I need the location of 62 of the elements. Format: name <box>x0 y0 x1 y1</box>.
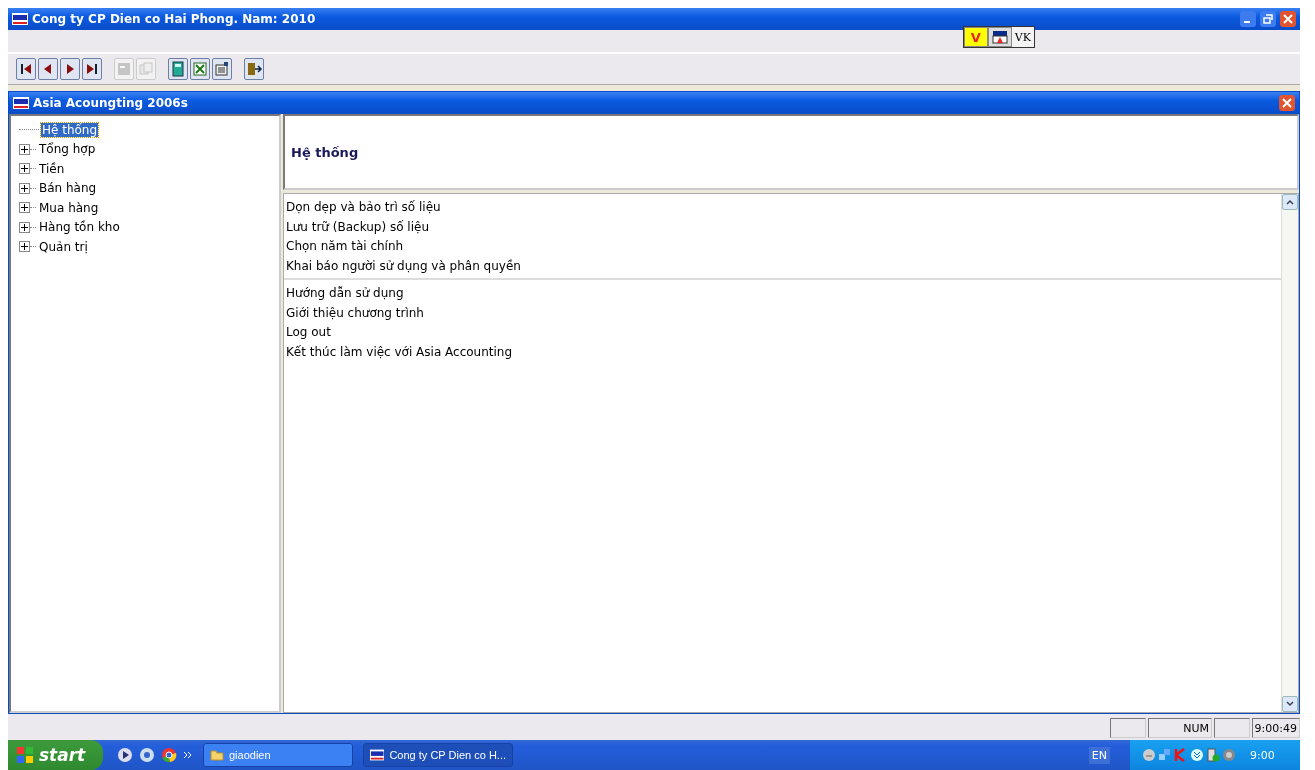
keyboard-window-button[interactable] <box>987 27 1012 47</box>
previous-record-icon[interactable] <box>38 58 58 80</box>
expand-icon[interactable] <box>19 163 30 175</box>
vietnamese-input-button[interactable]: V <box>963 27 988 47</box>
folder-icon <box>210 749 224 761</box>
tree-item[interactable]: Tổng hợp <box>38 142 97 157</box>
first-record-icon[interactable] <box>16 58 36 80</box>
minimize-icon[interactable] <box>1240 11 1256 27</box>
browser-icon[interactable] <box>139 747 155 763</box>
tree-item[interactable]: Bán hàng <box>38 181 98 196</box>
restore-icon[interactable] <box>1260 11 1276 27</box>
status-panel <box>1110 718 1146 738</box>
child-window-title: Asia Acoungting 2006s <box>33 96 189 110</box>
form-icon[interactable] <box>212 58 232 80</box>
menu-item[interactable]: Kết thúc làm việc với Asia Accounting <box>286 342 1279 362</box>
expand-icon[interactable] <box>19 202 30 214</box>
scroll-up-icon[interactable] <box>1282 194 1298 210</box>
last-record-icon[interactable] <box>82 58 102 80</box>
menu-item[interactable]: Log out <box>286 323 1279 343</box>
status-panel <box>1214 718 1250 738</box>
expand-icon[interactable] <box>19 221 30 233</box>
window-title: Cong ty CP Dien co Hai Phong. Nam: 2010 <box>32 12 317 26</box>
tree-item[interactable]: Hàng tồn kho <box>38 220 121 235</box>
next-record-icon[interactable] <box>60 58 80 80</box>
menu-item[interactable]: Dọn dẹp và bảo trì số liệu <box>286 198 1279 218</box>
scroll-down-icon[interactable] <box>1282 696 1298 712</box>
taskbar-button[interactable]: giaodien <box>203 743 353 767</box>
taskbar-button[interactable]: Cong ty CP Dien co H... <box>363 743 513 767</box>
clock: 9:00 <box>1250 748 1275 762</box>
server-icon[interactable] <box>1206 748 1220 762</box>
expand-icon[interactable] <box>19 182 30 194</box>
scrollbar[interactable] <box>1281 194 1298 712</box>
panel-heading: Hệ thống <box>291 144 359 160</box>
menu-item[interactable]: Lưu trữ (Backup) số liệu <box>286 217 1279 237</box>
start-button[interactable]: start <box>8 740 103 770</box>
tree-item[interactable]: Hệ thống <box>41 122 99 137</box>
media-player-icon[interactable] <box>117 747 133 763</box>
menu-item[interactable]: Chọn năm tài chính <box>286 237 1279 257</box>
close-icon[interactable] <box>1279 95 1295 111</box>
num-lock-indicator: NUM <box>1183 721 1209 735</box>
download-icon[interactable] <box>1190 748 1204 762</box>
status-time: 9:00:49 <box>1254 721 1297 735</box>
asia-logo-icon <box>13 97 29 109</box>
vk-label: VK <box>1013 30 1032 44</box>
language-indicator[interactable]: EN <box>1088 746 1110 764</box>
menu-item[interactable]: Giới thiệu chương trình <box>286 303 1279 323</box>
menu-item[interactable]: Khai báo người sử dụng và phân quyền <box>286 256 1279 276</box>
chrome-icon[interactable] <box>161 747 177 763</box>
tree-item[interactable]: Mua hàng <box>38 200 100 215</box>
asia-logo-icon <box>370 749 385 761</box>
close-icon[interactable] <box>1280 11 1296 27</box>
asia-logo-icon <box>12 13 28 25</box>
tree-item[interactable]: Quản trị <box>38 239 89 254</box>
more-icon[interactable] <box>183 750 193 760</box>
calculator-icon[interactable] <box>168 58 188 80</box>
tree-item[interactable]: Tiền <box>38 161 66 176</box>
menu-item[interactable]: Hướng dẫn sử dụng <box>286 284 1279 304</box>
exit-door-icon[interactable] <box>244 58 264 80</box>
expand-icon[interactable] <box>19 143 30 155</box>
expand-icon[interactable] <box>19 241 30 253</box>
spreadsheet-icon[interactable] <box>190 58 210 80</box>
windows-flag-icon <box>16 746 34 764</box>
